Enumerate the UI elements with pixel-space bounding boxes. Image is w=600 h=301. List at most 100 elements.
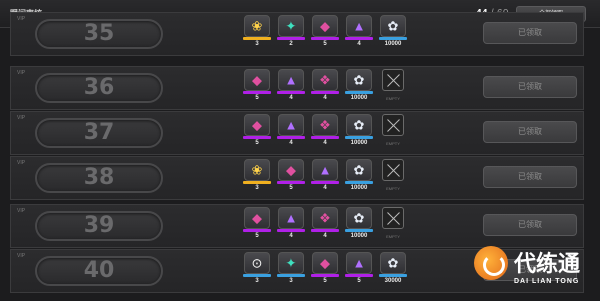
- reward-tile: ❀: [244, 15, 270, 37]
- reward-item[interactable]: ✿ 10000: [345, 69, 373, 101]
- claimed-button[interactable]: 已领取: [483, 166, 577, 188]
- empty-tag: EMPTY: [386, 234, 400, 239]
- claimed-button[interactable]: 已领取: [483, 121, 577, 143]
- rarity-bar: [311, 274, 339, 277]
- reward-item[interactable]: ▲ 4: [311, 159, 339, 191]
- reward-item[interactable]: ❖ 4: [311, 69, 339, 101]
- empty-tag: EMPTY: [386, 141, 400, 146]
- reward-item[interactable]: ▲ 4: [345, 15, 373, 47]
- claimed-button[interactable]: 已领取: [483, 22, 577, 44]
- reward-quantity: 5: [357, 278, 361, 284]
- violet-car-icon: ▲: [352, 255, 366, 271]
- reward-item[interactable]: ▲ 5: [345, 252, 373, 284]
- level-number: 35: [83, 21, 115, 46]
- empty-reward-slot: EMPTY: [379, 207, 407, 239]
- empty-reward-slot: EMPTY: [379, 159, 407, 191]
- reward-tile: ◆: [244, 207, 270, 229]
- reward-tile: ✿: [346, 114, 372, 136]
- rarity-bar: [277, 91, 305, 94]
- reward-quantity: 4: [289, 95, 293, 101]
- watermark-logo-icon: [474, 246, 508, 280]
- reward-item[interactable]: ✦ 3: [277, 252, 305, 284]
- reward-quantity: 5: [323, 278, 327, 284]
- reward-quantity: 10000: [350, 233, 368, 239]
- reward-item[interactable]: ◆ 5: [311, 15, 339, 47]
- level-number: 40: [83, 258, 115, 283]
- reward-tile: ⊙: [244, 252, 270, 274]
- reward-tile: ▲: [346, 252, 372, 274]
- level-badge: 38: [35, 163, 163, 193]
- reward-tile: ✿: [380, 252, 406, 274]
- vip-label: VIP: [17, 16, 26, 22]
- empty-reward-slot: EMPTY: [379, 114, 407, 146]
- reward-item[interactable]: ◆ 5: [277, 159, 305, 191]
- rarity-bar: [277, 136, 305, 139]
- rarity-bar: [277, 229, 305, 232]
- reward-tile: ▲: [312, 159, 338, 181]
- reward-item[interactable]: ✿ 10000: [345, 114, 373, 146]
- reward-tile: ❖: [312, 207, 338, 229]
- reward-item[interactable]: ◆ 5: [243, 207, 271, 239]
- reward-quantity: 3: [255, 185, 259, 191]
- reward-quantity: 4: [323, 95, 327, 101]
- watermark-logo: 代练通 DAI LIAN TONG: [470, 242, 598, 298]
- reward-item[interactable]: ▲ 4: [277, 114, 305, 146]
- rarity-bar: [345, 229, 373, 232]
- reward-item[interactable]: ◆ 5: [243, 114, 271, 146]
- reward-row: VIP 36 ◆ 5 ▲ 4 ❖ 4 ✿ 10000 EMPTY 已领取: [10, 66, 584, 110]
- violet-car-icon: ▲: [318, 162, 332, 178]
- rarity-bar: [311, 136, 339, 139]
- reward-item[interactable]: ❀ 3: [243, 15, 271, 47]
- reward-tile: ◆: [312, 252, 338, 274]
- reward-tile: ▲: [278, 69, 304, 91]
- reward-item[interactable]: ✿ 10000: [345, 159, 373, 191]
- pink-shard-icon: ❖: [319, 210, 331, 226]
- rarity-bar: [345, 181, 373, 184]
- rarity-bar: [243, 37, 271, 40]
- teal-shard-icon: ✦: [285, 255, 297, 271]
- vip-label: VIP: [17, 160, 26, 166]
- reward-item[interactable]: ❀ 3: [243, 159, 271, 191]
- pink-gem-icon: ◆: [320, 18, 330, 34]
- pink-gem-icon: ◆: [286, 162, 296, 178]
- claimed-button[interactable]: 已领取: [483, 214, 577, 236]
- reward-row: VIP 38 ❀ 3 ◆ 5 ▲ 4 ✿ 10000 EMPTY 已领取: [10, 156, 584, 200]
- reward-quantity: 4: [323, 233, 327, 239]
- rarity-bar: [277, 37, 305, 40]
- violet-car-icon: ▲: [352, 18, 366, 34]
- rarity-bar: [345, 274, 373, 277]
- film-reel-icon: ⊙: [251, 255, 263, 271]
- empty-tag: EMPTY: [386, 96, 400, 101]
- gold-spiral-icon: ❀: [251, 162, 263, 178]
- reward-tile: ✿: [346, 69, 372, 91]
- violet-car-icon: ▲: [284, 210, 298, 226]
- reward-item[interactable]: ◆ 5: [243, 69, 271, 101]
- reward-tile: ❖: [312, 114, 338, 136]
- reward-tile: ✿: [380, 15, 406, 37]
- reward-item[interactable]: ▲ 4: [277, 207, 305, 239]
- rarity-bar: [277, 181, 305, 184]
- reward-item[interactable]: ◆ 5: [311, 252, 339, 284]
- pink-gem-icon: ◆: [252, 210, 262, 226]
- reward-item[interactable]: ▲ 4: [277, 69, 305, 101]
- reward-tile: ▲: [278, 207, 304, 229]
- reward-tile: ▲: [346, 15, 372, 37]
- pink-shard-icon: ❖: [319, 117, 331, 133]
- reward-item[interactable]: ✦ 2: [277, 15, 305, 47]
- silver-coin-icon: ✿: [387, 255, 399, 271]
- reward-quantity: 2: [289, 41, 293, 47]
- reward-item[interactable]: ❖ 4: [311, 207, 339, 239]
- reward-item[interactable]: ❖ 4: [311, 114, 339, 146]
- reward-item[interactable]: ✿ 10000: [345, 207, 373, 239]
- reward-item[interactable]: ✿ 10000: [379, 15, 407, 47]
- claimed-button[interactable]: 已领取: [483, 76, 577, 98]
- reward-item[interactable]: ✿ 30000: [379, 252, 407, 284]
- vip-label: VIP: [17, 115, 26, 121]
- reward-tile: ✿: [346, 207, 372, 229]
- reward-quantity: 5: [289, 185, 293, 191]
- reward-item[interactable]: ⊙ 3: [243, 252, 271, 284]
- silver-coin-icon: ✿: [353, 162, 365, 178]
- level-number: 39: [83, 213, 115, 238]
- reward-quantity: 30000: [384, 278, 402, 284]
- vip-label: VIP: [17, 208, 26, 214]
